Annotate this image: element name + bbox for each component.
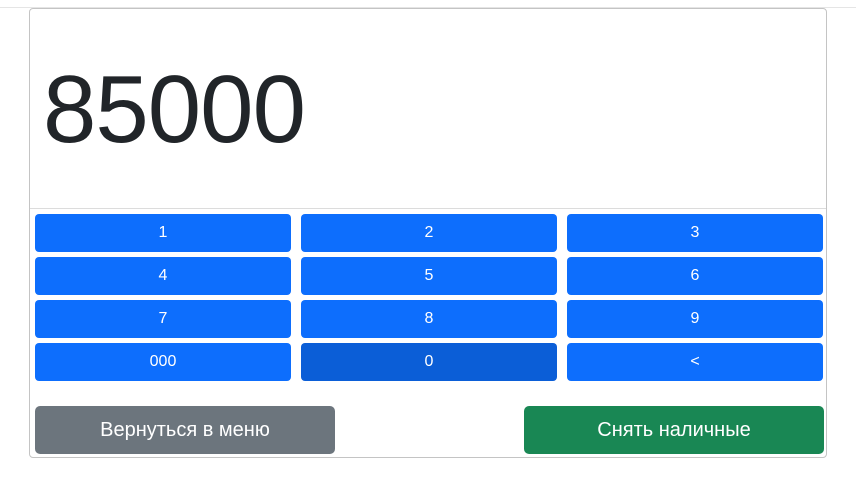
key-backspace[interactable]: < — [567, 343, 823, 381]
key-6[interactable]: 6 — [567, 257, 823, 295]
amount-display: 85000 — [30, 9, 826, 209]
key-9[interactable]: 9 — [567, 300, 823, 338]
amount-value: 85000 — [43, 56, 306, 163]
atm-panel: 85000 1 2 3 4 5 6 7 8 9 000 0 < Вернутьс… — [29, 8, 827, 458]
key-7[interactable]: 7 — [35, 300, 291, 338]
key-2[interactable]: 2 — [301, 214, 557, 252]
key-4[interactable]: 4 — [35, 257, 291, 295]
key-0[interactable]: 0 — [301, 343, 557, 381]
keypad: 1 2 3 4 5 6 7 8 9 000 0 < — [35, 214, 824, 381]
back-to-menu-button[interactable]: Вернуться в меню — [35, 406, 335, 454]
withdraw-cash-button[interactable]: Снять наличные — [524, 406, 824, 454]
key-1[interactable]: 1 — [35, 214, 291, 252]
key-8[interactable]: 8 — [301, 300, 557, 338]
key-triple-zero[interactable]: 000 — [35, 343, 291, 381]
key-5[interactable]: 5 — [301, 257, 557, 295]
key-3[interactable]: 3 — [567, 214, 823, 252]
action-bar: Вернуться в меню Снять наличные — [35, 406, 824, 454]
